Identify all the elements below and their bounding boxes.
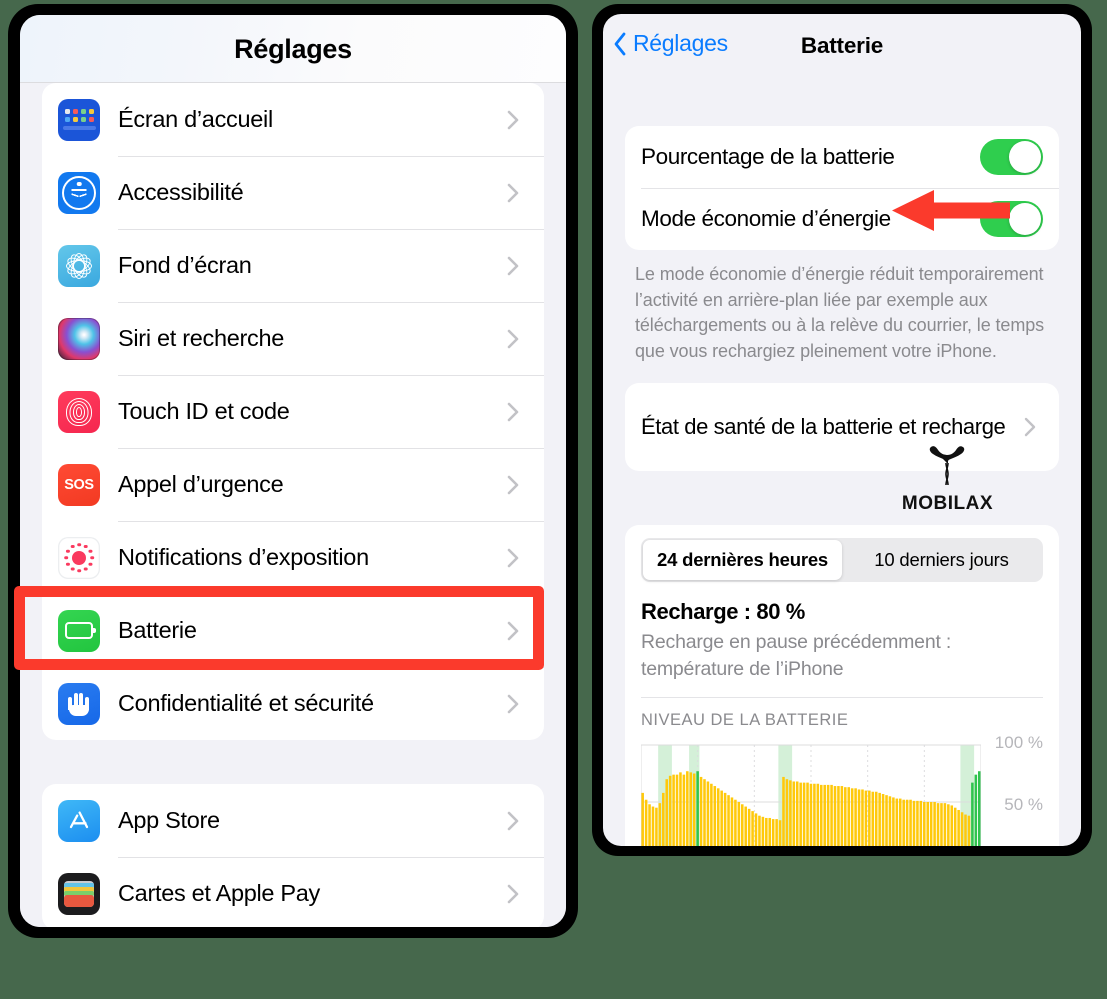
exposure-notifications-icon	[58, 536, 100, 579]
chevron-right-icon	[500, 621, 526, 641]
battery-health-label: État de santé de la batterie et recharge	[641, 414, 1006, 439]
sidebar-item-accessibility[interactable]: Accessibilité	[42, 156, 544, 229]
sidebar-item-siri[interactable]: Siri et recherche	[42, 302, 544, 375]
settings-group-secondary: App Store Cartes et Apple Pay	[42, 784, 544, 927]
sidebar-item-emergency-call[interactable]: SOS Appel d’urgence	[42, 448, 544, 521]
battery-health-card: État de santé de la batterie et recharge	[625, 383, 1059, 471]
battery-page-title: Batterie	[800, 33, 884, 58]
sos-icon: SOS	[58, 463, 100, 506]
sidebar-item-label: Appel d’urgence	[118, 471, 284, 497]
battery-health-row[interactable]: État de santé de la batterie et recharge	[625, 383, 1059, 471]
chevron-right-icon	[500, 402, 526, 422]
chevron-right-icon	[500, 256, 526, 276]
row-separator	[118, 448, 544, 449]
row-separator	[118, 521, 544, 522]
chevron-right-icon	[500, 475, 526, 495]
segment-last-10-days[interactable]: 10 derniers jours	[842, 540, 1041, 580]
settings-screen: Réglages Écran d’accueil Accessibilité F…	[20, 15, 566, 927]
sidebar-item-label: Écran d’accueil	[118, 106, 273, 132]
chevron-right-icon	[1017, 417, 1043, 437]
sidebar-item-touch-id[interactable]: Touch ID et code	[42, 375, 544, 448]
chart-ytick-50: 50 %	[1004, 795, 1043, 814]
sidebar-item-wallet[interactable]: Cartes et Apple Pay	[42, 857, 544, 927]
toggle-knob	[1009, 141, 1041, 173]
battery-level-chart: 100 % 50 %	[640, 733, 1043, 846]
touch-id-icon	[58, 390, 100, 433]
sidebar-item-label: Confidentialité et sécurité	[118, 690, 374, 716]
chart-ytick-100: 100 %	[994, 733, 1043, 752]
page-title: Réglages	[234, 34, 352, 64]
sidebar-item-battery[interactable]: Batterie	[42, 594, 544, 667]
accessibility-icon	[58, 171, 100, 214]
row-separator	[118, 156, 544, 157]
chevron-right-icon	[500, 329, 526, 349]
wallet-icon	[58, 872, 100, 915]
row-separator	[118, 594, 544, 595]
sidebar-item-wallpaper[interactable]: Fond d’écran	[42, 229, 544, 302]
chart-title: NIVEAU DE LA BATTERIE	[641, 711, 849, 729]
settings-scroll-area[interactable]: Écran d’accueil Accessibilité Fond d’écr…	[20, 83, 566, 927]
segment-last-24-hours[interactable]: 24 dernières heures	[643, 540, 842, 580]
low-power-mode-pointer-arrow	[892, 190, 1010, 231]
row-separator	[118, 302, 544, 303]
battery-percentage-row[interactable]: Pourcentage de la batterie	[625, 126, 1059, 188]
home-screen-icon	[58, 98, 100, 141]
battery-screen: Réglages Batterie Pourcentage de la batt…	[603, 14, 1081, 846]
charge-status-note: Recharge en pause précédemment : tempéra…	[641, 631, 952, 680]
mobilax-watermark: MOBILAX	[902, 441, 993, 515]
siri-icon	[58, 317, 100, 360]
mobilax-watermark-text: MOBILAX	[901, 493, 993, 514]
chevron-right-icon	[500, 110, 526, 130]
low-power-mode-description: Le mode économie d’énergie réduit tempor…	[635, 264, 1045, 361]
sidebar-item-exposure-notifications[interactable]: Notifications d’exposition	[42, 521, 544, 594]
battery-usage-card: 24 dernières heures 10 derniers jours Re…	[625, 525, 1059, 846]
usage-range-segmented-control[interactable]: 24 dernières heures 10 derniers jours	[641, 538, 1043, 582]
app-store-icon	[58, 799, 100, 842]
sidebar-item-label: Siri et recherche	[118, 325, 284, 351]
sidebar-item-label: Accessibilité	[118, 179, 244, 205]
sidebar-item-label: App Store	[118, 807, 220, 833]
row-separator	[118, 375, 544, 376]
battery-body[interactable]: Pourcentage de la batterie Mode économie…	[603, 126, 1081, 846]
row-separator	[118, 857, 544, 858]
battery-percentage-label: Pourcentage de la batterie	[641, 144, 895, 169]
sidebar-item-label: Cartes et Apple Pay	[118, 880, 321, 906]
sidebar-item-privacy[interactable]: Confidentialité et sécurité	[42, 667, 544, 740]
sidebar-item-label: Fond d’écran	[118, 252, 252, 278]
settings-phone-frame: Réglages Écran d’accueil Accessibilité F…	[8, 4, 578, 938]
battery-icon	[58, 609, 100, 652]
chart-plot-area	[640, 739, 982, 846]
settings-group-primary: Écran d’accueil Accessibilité Fond d’écr…	[42, 83, 544, 740]
row-separator	[118, 667, 544, 668]
sidebar-item-home-screen[interactable]: Écran d’accueil	[42, 83, 544, 156]
sidebar-item-label: Batterie	[118, 617, 197, 643]
battery-header: Réglages Batterie	[603, 14, 1081, 72]
battery-phone-frame: Réglages Batterie Pourcentage de la batt…	[592, 4, 1092, 856]
chevron-right-icon	[500, 183, 526, 203]
sidebar-item-label: Touch ID et code	[118, 398, 290, 424]
chevron-right-icon	[500, 548, 526, 568]
row-separator	[118, 229, 544, 230]
battery-percentage-toggle[interactable]	[980, 139, 1043, 175]
sidebar-item-app-store[interactable]: App Store	[42, 784, 544, 857]
chevron-right-icon	[500, 694, 526, 714]
privacy-icon	[58, 682, 100, 725]
wallpaper-icon	[58, 244, 100, 287]
sidebar-item-label: Notifications d’exposition	[118, 544, 369, 570]
mobilax-figure-icon	[930, 446, 965, 486]
chevron-right-icon	[500, 884, 526, 904]
toggle-knob	[1009, 203, 1041, 235]
watermark-area: MOBILAX	[625, 446, 1059, 521]
settings-header: Réglages	[20, 15, 566, 83]
chevron-right-icon	[500, 811, 526, 831]
section-divider	[641, 697, 1043, 698]
charge-level-label: Recharge : 80 %	[641, 599, 805, 624]
